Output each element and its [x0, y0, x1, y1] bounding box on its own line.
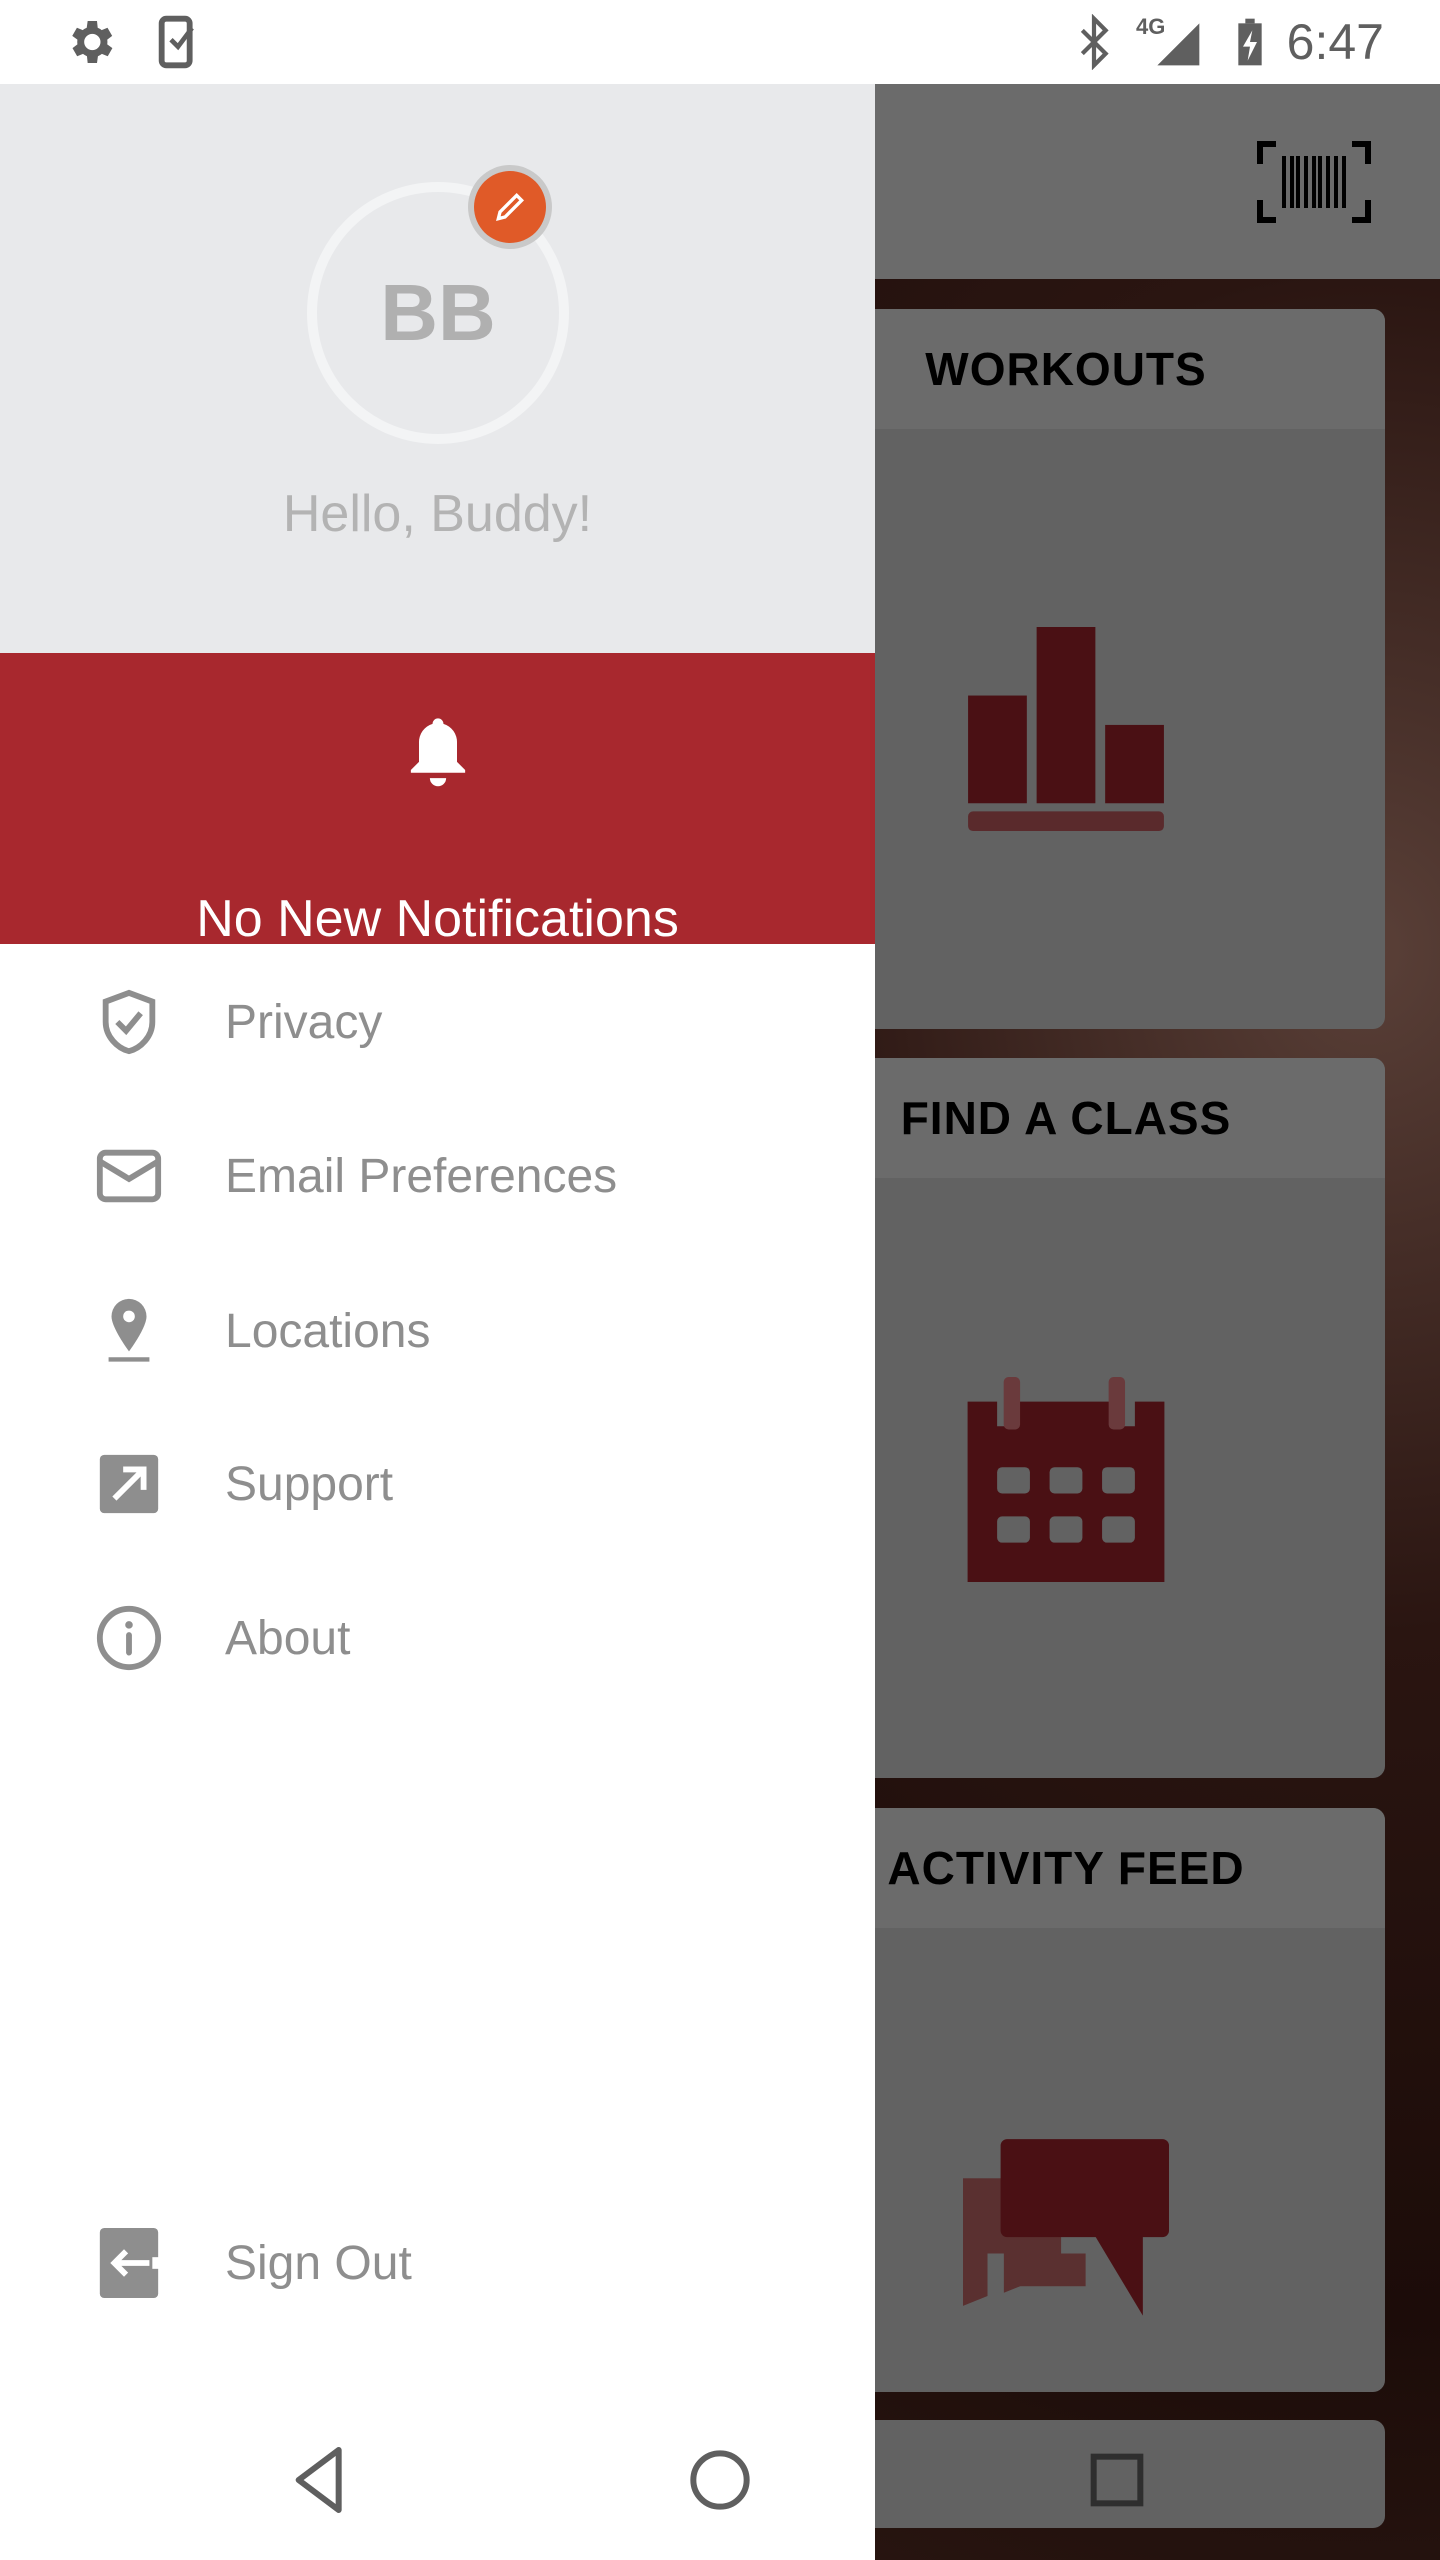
sign-out-icon: [99, 2228, 162, 2298]
menu-label: Sign Out: [225, 2236, 412, 2290]
bell-icon: [410, 718, 466, 787]
menu-item-about[interactable]: About: [0, 1568, 875, 1708]
menu-label: Locations: [225, 1304, 431, 1358]
location-pin-icon: [108, 1298, 150, 1362]
menu-label: Email Preferences: [225, 1149, 618, 1203]
drawer-header: BB Hello, Buddy!: [0, 84, 875, 653]
bluetooth-icon: [1080, 14, 1109, 70]
notifications-banner[interactable]: No New Notifications: [0, 653, 875, 948]
greeting: Hello, Buddy!: [282, 485, 593, 543]
signal-icon: [1157, 23, 1200, 66]
menu-item-email-preferences[interactable]: Email Preferences: [0, 1106, 875, 1246]
home-icon[interactable]: [680, 2440, 760, 2520]
menu-item-support[interactable]: Support: [0, 1414, 875, 1554]
sign-out-button[interactable]: Sign Out: [0, 2193, 875, 2333]
gear-icon: [72, 21, 113, 63]
menu-label: Privacy: [225, 995, 383, 1049]
system-navigation-bar: [0, 2400, 1440, 2560]
clock: 6:47: [1286, 14, 1384, 70]
external-link-icon: [99, 1454, 159, 1514]
chat-bubbles-icon: [963, 2139, 1169, 2316]
recents-icon[interactable]: [1077, 2440, 1157, 2520]
pencil-icon: [496, 192, 525, 221]
phone-check-icon: [158, 15, 194, 69]
notifications-text: No New Notifications: [196, 890, 679, 948]
status-bar: 4G 6:47: [0, 0, 1440, 84]
info-icon: [96, 1605, 162, 1671]
envelope-icon: [96, 1149, 162, 1203]
calendar-icon: [967, 1377, 1165, 1582]
bar-chart-icon: [968, 627, 1164, 831]
menu-item-privacy[interactable]: Privacy: [0, 952, 875, 1092]
back-icon[interactable]: [282, 2440, 362, 2520]
shield-check-icon: [102, 989, 156, 1055]
edit-profile-button[interactable]: [474, 171, 546, 243]
navigation-drawer: BB Hello, Buddy! No New Notifications Pr…: [0, 84, 875, 2560]
menu-label: About: [225, 1611, 351, 1665]
menu-label: Support: [225, 1457, 394, 1511]
barcode-scan-icon[interactable]: [1256, 140, 1372, 224]
battery-charging-icon: [1238, 18, 1262, 66]
menu-item-locations[interactable]: Locations: [0, 1261, 875, 1401]
